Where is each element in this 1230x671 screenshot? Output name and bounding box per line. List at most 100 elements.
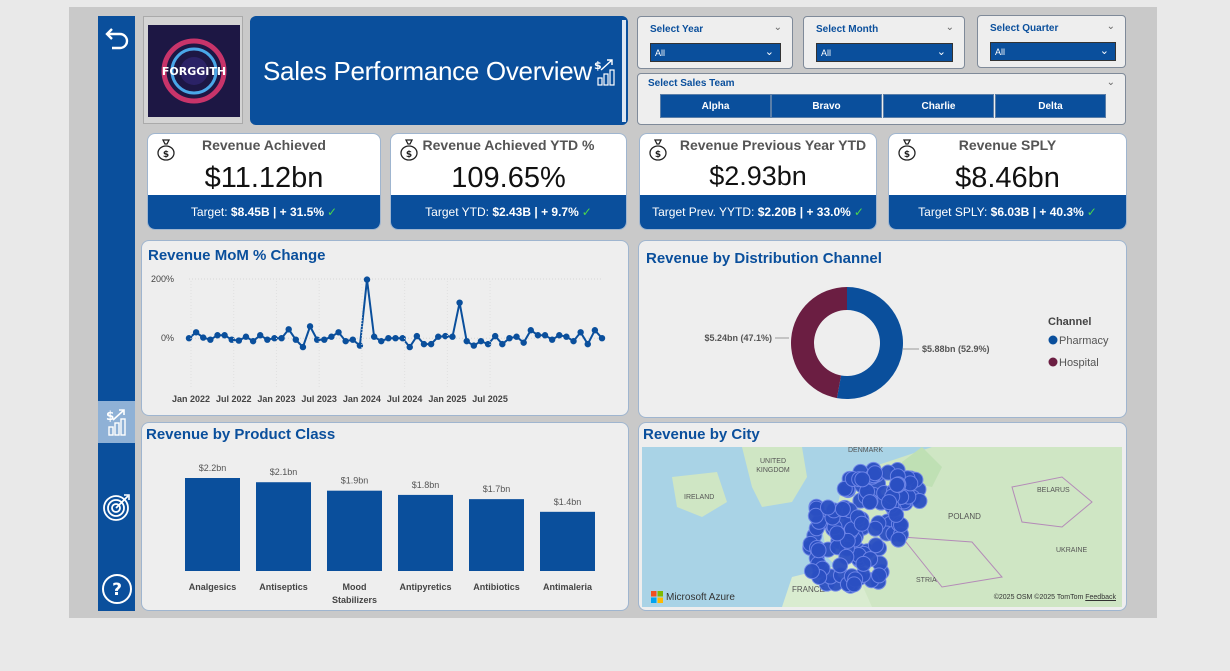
kpi-card-revenue-ytd: $ Revenue Achieved YTD % 109.65% Target … [390, 133, 627, 230]
microsoft-logo-icon [651, 591, 663, 603]
nav-rail: $ ? [98, 16, 135, 611]
mom-point [427, 340, 435, 348]
mom-point [285, 326, 292, 333]
sales-team-slicer[interactable]: Select Sales Team ⌄ Alpha Bravo Charlie … [637, 73, 1126, 125]
mom-point [506, 335, 513, 342]
year-dropdown[interactable]: All ⌄ [650, 43, 781, 62]
kpi-value: 109.65% [451, 162, 566, 194]
svg-text:$: $ [594, 59, 602, 72]
city-bubble [861, 494, 878, 511]
title-divider [622, 20, 626, 122]
city-bubble [834, 501, 851, 518]
product-bar-chart: $2.2bn Analgesics $2.1bn Antiseptics $1.9bn M… [185, 463, 595, 605]
mom-point [584, 340, 591, 348]
month-dropdown[interactable]: All ⌄ [816, 43, 953, 62]
help-icon[interactable]: ? [98, 571, 135, 607]
city-bubbles [802, 461, 928, 594]
kpi-value: $2.93bn [709, 161, 807, 191]
mom-point [292, 336, 300, 343]
svg-text:?: ? [112, 580, 122, 600]
month-dropdown-value: All [821, 48, 832, 58]
kpi-card-revenue-prev-ytd: $ Revenue Previous Year YTD $2.93bn Targ… [639, 133, 877, 230]
year-slicer[interactable]: Select Year ⌄ All ⌄ [637, 16, 793, 69]
bar-category-label: Analgesics [189, 582, 237, 592]
city-bubble [871, 567, 888, 584]
mom-point [449, 333, 456, 340]
month-slicer[interactable]: Select Month ⌄ All ⌄ [803, 16, 965, 69]
check-icon: ✓ [327, 205, 338, 219]
map-attribution: ©2025 OSM ©2025 TomTom Feedback [993, 594, 1116, 601]
check-icon: ✓ [853, 205, 864, 219]
mom-point [264, 336, 271, 343]
revenue-growth-icon: $ [594, 58, 618, 91]
city-bubble [803, 563, 820, 580]
y-tick-label: 200% [151, 274, 174, 284]
mom-point [591, 327, 599, 334]
page-title: Sales Performance Overview [263, 56, 592, 86]
mom-point [548, 336, 556, 343]
team-button-delta[interactable]: Delta [995, 94, 1106, 118]
chevron-down-icon[interactable]: ⌄ [946, 22, 954, 33]
bar [469, 499, 524, 571]
mom-point [499, 340, 506, 348]
city-bubble [810, 542, 827, 559]
legend-label: Hospital [1059, 357, 1099, 369]
company-logo: FORGGITH [148, 25, 240, 117]
mom-point [342, 337, 349, 345]
y-tick-label: 0% [161, 333, 174, 343]
mom-point [299, 343, 307, 351]
bar-value-label: $2.2bn [199, 463, 227, 473]
azure-brand-text: Microsoft Azure [666, 591, 735, 603]
kpi-target: Target SPLY: $6.03B | + 40.3% ✓ [889, 195, 1126, 229]
mom-point [435, 333, 442, 340]
bar-value-label: $1.8bn [412, 480, 440, 490]
donut-slice-hospital [790, 287, 847, 399]
mom-point [321, 336, 328, 343]
channel-donut-chart: $5.88bn (52.9%) $5.24bn (47.1%) Channel Pha… [704, 287, 1109, 399]
legend-marker [1048, 335, 1058, 345]
x-tick-label: Jul 2024 [387, 394, 423, 404]
mom-point [328, 333, 335, 340]
chevron-down-icon[interactable]: ⌄ [1107, 77, 1115, 88]
x-tick-label: Jul 2022 [216, 394, 252, 404]
x-tick-label: Jan 2024 [343, 394, 381, 404]
data-label: $5.24bn (47.1%) [704, 333, 772, 343]
chevron-down-icon[interactable]: ⌄ [774, 22, 782, 33]
mom-point [306, 323, 314, 330]
quarter-dropdown[interactable]: All ⌄ [990, 42, 1116, 61]
quarter-dropdown-value: All [995, 47, 1006, 57]
chevron-down-icon[interactable]: ⌄ [1107, 21, 1115, 32]
check-icon: ✓ [581, 205, 592, 219]
month-slicer-label: Select Month [816, 24, 879, 35]
back-icon[interactable] [98, 20, 135, 56]
check-icon: ✓ [1086, 205, 1097, 219]
feedback-link[interactable]: Feedback [1085, 594, 1116, 601]
city-bubble [855, 555, 872, 572]
kpi-title: Revenue SPLY [958, 137, 1057, 153]
kpi-card-revenue-achieved: $ Revenue Achieved $11.12bn Target: $8.4… [147, 133, 381, 230]
azure-brand: Microsoft Azure [651, 591, 735, 603]
bar-category-label: Antimaleria [543, 582, 593, 592]
team-button-bravo[interactable]: Bravo [771, 94, 882, 118]
sales-chart-icon[interactable]: $ [98, 401, 135, 443]
bar-value-label: $2.1bn [270, 467, 298, 477]
mom-point [207, 336, 214, 343]
mom-point [257, 332, 264, 339]
team-button-alpha[interactable]: Alpha [660, 94, 771, 118]
bar-category-label: Mood [343, 582, 367, 592]
dropdown-arrow-icon: ⌄ [764, 46, 774, 58]
mom-point [534, 332, 542, 339]
target-icon[interactable] [98, 488, 135, 526]
city-map[interactable]: DENMARK UNITED KINGDOM IRELAND BELARUS P… [642, 447, 1122, 607]
city-bubble [853, 515, 870, 532]
mom-point [456, 299, 463, 306]
x-tick-label: Jul 2025 [472, 394, 508, 404]
team-button-charlie[interactable]: Charlie [883, 94, 994, 118]
mom-point [406, 343, 413, 351]
x-tick-label: Jan 2023 [257, 394, 295, 404]
bar-category-label: Antipyretics [399, 582, 451, 592]
mom-point [491, 332, 499, 340]
bar-category-label: Antiseptics [259, 582, 308, 592]
quarter-slicer[interactable]: Select Quarter ⌄ All ⌄ [977, 15, 1126, 68]
city-bubble [881, 494, 898, 511]
